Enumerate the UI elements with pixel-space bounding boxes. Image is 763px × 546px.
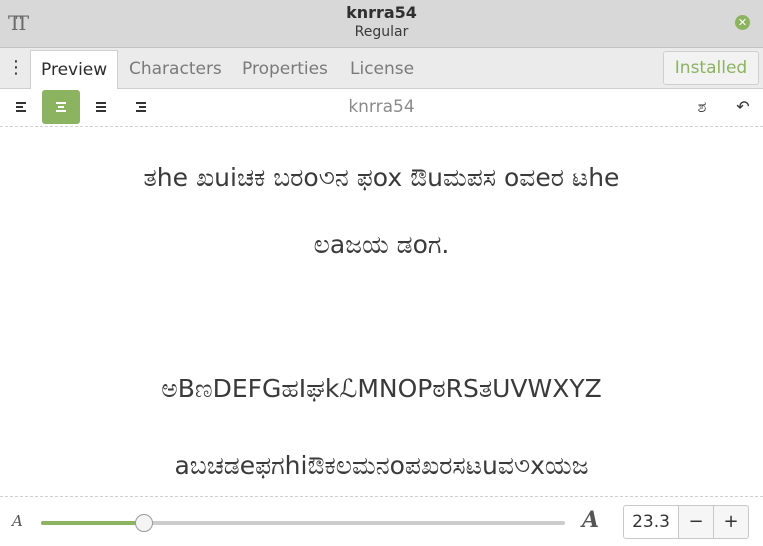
tab-license[interactable]: License — [340, 50, 424, 89]
increase-size-button[interactable]: + — [713, 505, 749, 539]
preview-toolbar: knrra54 ಶ ↶ — [0, 89, 763, 127]
preview-lowercase-line: aಬಚಡeಫಗhiಔಕಲಮನoಪಖರಸಟuವ৩xಯಜ — [174, 451, 589, 480]
font-name-label: knrra54 — [348, 97, 415, 117]
preview-sentence-line-2: ಲaಜಯ ಡoಗ. — [313, 230, 450, 259]
size-slider-fill — [41, 521, 145, 525]
title-bar: TT knrra54 Regular ✕ — [0, 0, 763, 48]
close-window-button[interactable]: ✕ — [735, 15, 750, 30]
preview-sentence-line-1: ತhe ಖuiಚಕ ಬರo৩ನ ಫox ಔuಮಪಸ oವeರ ಟhe — [143, 163, 620, 192]
large-size-icon: A — [582, 507, 600, 533]
tab-preview[interactable]: Preview — [30, 50, 119, 90]
size-bar: A A 23.3 − + — [0, 496, 763, 546]
close-icon: ✕ — [737, 16, 748, 29]
window-title: knrra54 — [346, 3, 417, 22]
tab-properties[interactable]: Properties — [232, 50, 338, 89]
size-slider-handle[interactable] — [135, 514, 154, 532]
installed-button[interactable]: Installed — [663, 51, 759, 85]
preview-uppercase-line: ಅBಣDEFGಹIಘkℒMNOPಠRSತUVWXYZ — [161, 374, 602, 403]
size-value-field[interactable]: 23.3 — [623, 505, 679, 539]
tab-characters[interactable]: Characters — [119, 50, 232, 89]
window-title-block: knrra54 Regular — [0, 3, 763, 41]
undo-icon[interactable]: ↶ — [732, 95, 754, 119]
menu-dots-icon[interactable]: ⋮ — [7, 58, 25, 80]
small-size-icon: A — [12, 512, 23, 530]
font-preview-area: ತhe ಖuiಚಕ ಬರo৩ನ ಫox ಔuಮಪಸ oವeರ ಟhe ಲaಜಯ … — [0, 128, 763, 496]
text-direction-icon[interactable]: ಶ — [691, 95, 713, 119]
window-subtitle: Regular — [354, 24, 409, 40]
tab-bar: ⋮ Preview Characters Properties License … — [0, 48, 763, 90]
decrease-size-button[interactable]: − — [678, 505, 714, 539]
size-slider[interactable] — [41, 514, 565, 532]
